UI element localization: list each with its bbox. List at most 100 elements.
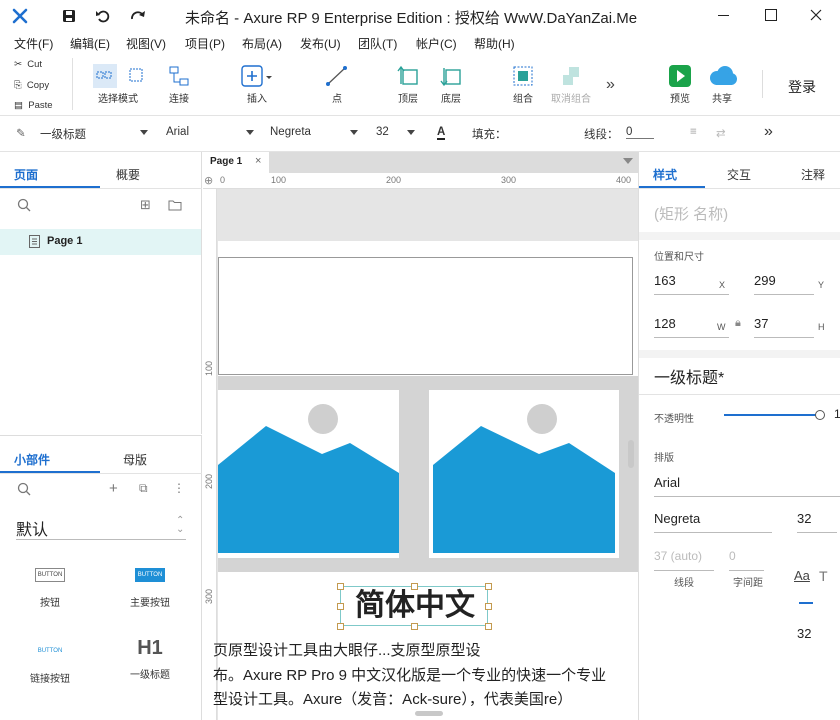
stroke-width-field[interactable]: 0 — [626, 126, 654, 139]
font-family-field[interactable]: Arial — [654, 475, 840, 497]
tab-menu-icon[interactable] — [623, 158, 633, 164]
heading-widget-selection[interactable]: 简体中文 — [340, 586, 488, 626]
resize-handle[interactable] — [485, 623, 492, 630]
add-library-icon[interactable]: + — [109, 480, 118, 497]
library-copy-icon[interactable]: ⧉ — [139, 481, 148, 496]
arrow-style-icon[interactable]: ⇄ — [716, 126, 726, 140]
more-tools-icon[interactable]: » — [606, 76, 615, 94]
vertical-scrollbar-thumb[interactable] — [628, 440, 634, 468]
font-size-dropdown[interactable]: 32 — [376, 126, 389, 138]
search-icon[interactable] — [17, 482, 31, 496]
add-page-icon[interactable]: ⊞ — [140, 197, 151, 213]
menu-layout[interactable]: 布局(A) — [242, 35, 282, 52]
tab-outline[interactable]: 概要 — [116, 166, 140, 183]
resize-handle[interactable] — [337, 623, 344, 630]
widget-heading1[interactable]: H1 一级标题 — [110, 636, 190, 681]
select-mode-button[interactable]: 选择模式 — [91, 62, 145, 105]
body-text-line[interactable]: 布。Axure RP Pro 9 中文汉化版是一个专业的快速一个专业 — [213, 664, 606, 685]
design-canvas[interactable]: Page 1 × 0 100 200 300 400 ⊕ 100 200 300… — [203, 152, 638, 720]
tab-pages[interactable]: 页面 — [14, 166, 38, 183]
resize-handle[interactable] — [337, 583, 344, 590]
font-weight-field[interactable]: Negreta — [654, 511, 772, 533]
style-name[interactable]: 一级标题* — [654, 364, 724, 388]
style-dropdown[interactable]: 一级标题 — [40, 126, 86, 142]
library-select[interactable]: 默认 ⌃ ⌄ — [16, 514, 186, 540]
paste-button[interactable]: ▤ Paste — [14, 100, 53, 111]
menu-project[interactable]: 项目(P) — [185, 35, 225, 52]
menu-view[interactable]: 视图(V) — [126, 35, 166, 52]
font-color-icon[interactable]: A — [437, 126, 446, 140]
point-button[interactable]: 点 — [310, 62, 364, 105]
widget-primary-button[interactable]: BUTTON 主要按钮 — [110, 568, 190, 609]
widget-button[interactable]: BUTTON 按钮 — [10, 568, 90, 609]
opacity-value[interactable]: 1 — [834, 407, 840, 421]
text-transform-icon[interactable]: T — [819, 568, 828, 584]
font-size-secondary[interactable]: 32 — [797, 626, 811, 641]
tab-interactions[interactable]: 交互 — [727, 166, 751, 183]
search-icon[interactable] — [17, 198, 31, 212]
close-tab-icon[interactable]: × — [255, 155, 261, 167]
window-title: 未命名 - Axure RP 9 Enterprise Edition : 授权… — [185, 10, 638, 27]
text-style-icon[interactable]: Aa — [794, 568, 810, 583]
opacity-slider-handle[interactable] — [815, 410, 825, 420]
minimize-icon[interactable] — [718, 15, 729, 16]
tab-widgets[interactable]: 小部件 — [14, 451, 50, 468]
font-size-field[interactable]: 32 — [797, 511, 837, 533]
menu-team[interactable]: 团队(T) — [358, 35, 397, 52]
resize-handle[interactable] — [411, 623, 418, 630]
menu-edit[interactable]: 编辑(E) — [70, 35, 110, 52]
close-icon[interactable] — [810, 9, 822, 21]
undo-icon[interactable] — [95, 8, 111, 24]
menu-account[interactable]: 帐户(C) — [416, 35, 457, 52]
add-folder-icon[interactable] — [168, 199, 182, 211]
lock-ratio-icon[interactable]: 🔒︎ — [735, 317, 741, 330]
stroke-pattern-icon[interactable]: ≡ — [690, 126, 697, 138]
save-icon[interactable] — [62, 9, 76, 23]
resize-handle[interactable] — [411, 583, 418, 590]
page-tab[interactable]: Page 1 × — [203, 152, 269, 173]
send-to-bottom-button[interactable]: 底层 — [424, 62, 478, 105]
image-placeholder-right[interactable] — [429, 390, 619, 558]
rectangle-widget[interactable] — [218, 257, 633, 375]
more-format-icon[interactable]: » — [764, 123, 773, 141]
connect-button[interactable]: 连接 — [152, 62, 206, 105]
login-button[interactable]: 登录 — [788, 77, 816, 97]
x-field[interactable]: 163 — [654, 273, 729, 295]
horizontal-scrollbar-thumb[interactable] — [415, 711, 443, 716]
widget-name-field[interactable]: (矩形 名称) — [654, 203, 728, 224]
image-placeholder-left[interactable] — [218, 390, 399, 558]
menu-bar: 文件(F) 编辑(E) 视图(V) 项目(P) 布局(A) 发布(U) 团队(T… — [0, 32, 840, 54]
body-text-line[interactable]: 型设计工具。Axure（发音：Ack-sure），代表美国re） — [213, 688, 572, 709]
line-height-field[interactable]: 37 (auto) — [654, 549, 714, 571]
menu-file[interactable]: 文件(F) — [14, 35, 53, 52]
share-button[interactable]: 共享 — [695, 62, 749, 105]
weight-dropdown[interactable]: Negreta — [270, 126, 311, 138]
group-button[interactable]: 组合 — [496, 62, 550, 105]
resize-handle[interactable] — [485, 603, 492, 610]
menu-publish[interactable]: 发布(U) — [300, 35, 341, 52]
height-field[interactable]: 37 — [754, 316, 814, 338]
resize-handle[interactable] — [485, 583, 492, 590]
font-dropdown[interactable]: Arial — [166, 126, 189, 138]
copy-button[interactable]: ⎘ Copy — [14, 80, 49, 91]
menu-help[interactable]: 帮助(H) — [474, 35, 515, 52]
page-item[interactable]: Page 1 — [0, 229, 201, 255]
ungroup-button[interactable]: 取消组合 — [544, 62, 598, 105]
insert-button[interactable]: 插入 — [230, 62, 284, 105]
opacity-slider-track[interactable] — [724, 414, 819, 416]
maximize-icon[interactable] — [765, 9, 777, 21]
more-vertical-icon[interactable]: ⋮ — [173, 481, 185, 495]
redo-icon[interactable] — [130, 8, 146, 24]
resize-handle[interactable] — [337, 603, 344, 610]
ruler-origin-icon[interactable]: ⊕ — [204, 174, 213, 187]
style-edit-icon[interactable]: ✎ — [16, 126, 26, 140]
y-field[interactable]: 299 — [754, 273, 814, 295]
tab-style[interactable]: 样式 — [653, 166, 677, 183]
body-text-line[interactable]: 页原型设计工具由大眼仔...支原型原型设 — [213, 639, 481, 660]
align-indicator[interactable] — [799, 602, 813, 604]
char-spacing-field[interactable]: 0 — [729, 549, 764, 571]
cut-button[interactable]: ✂ Cut — [14, 59, 42, 70]
widget-link-button[interactable]: BUTTON 链接按钮 — [10, 644, 90, 685]
tab-masters[interactable]: 母版 — [123, 451, 147, 468]
tab-notes[interactable]: 注释 — [801, 166, 825, 183]
